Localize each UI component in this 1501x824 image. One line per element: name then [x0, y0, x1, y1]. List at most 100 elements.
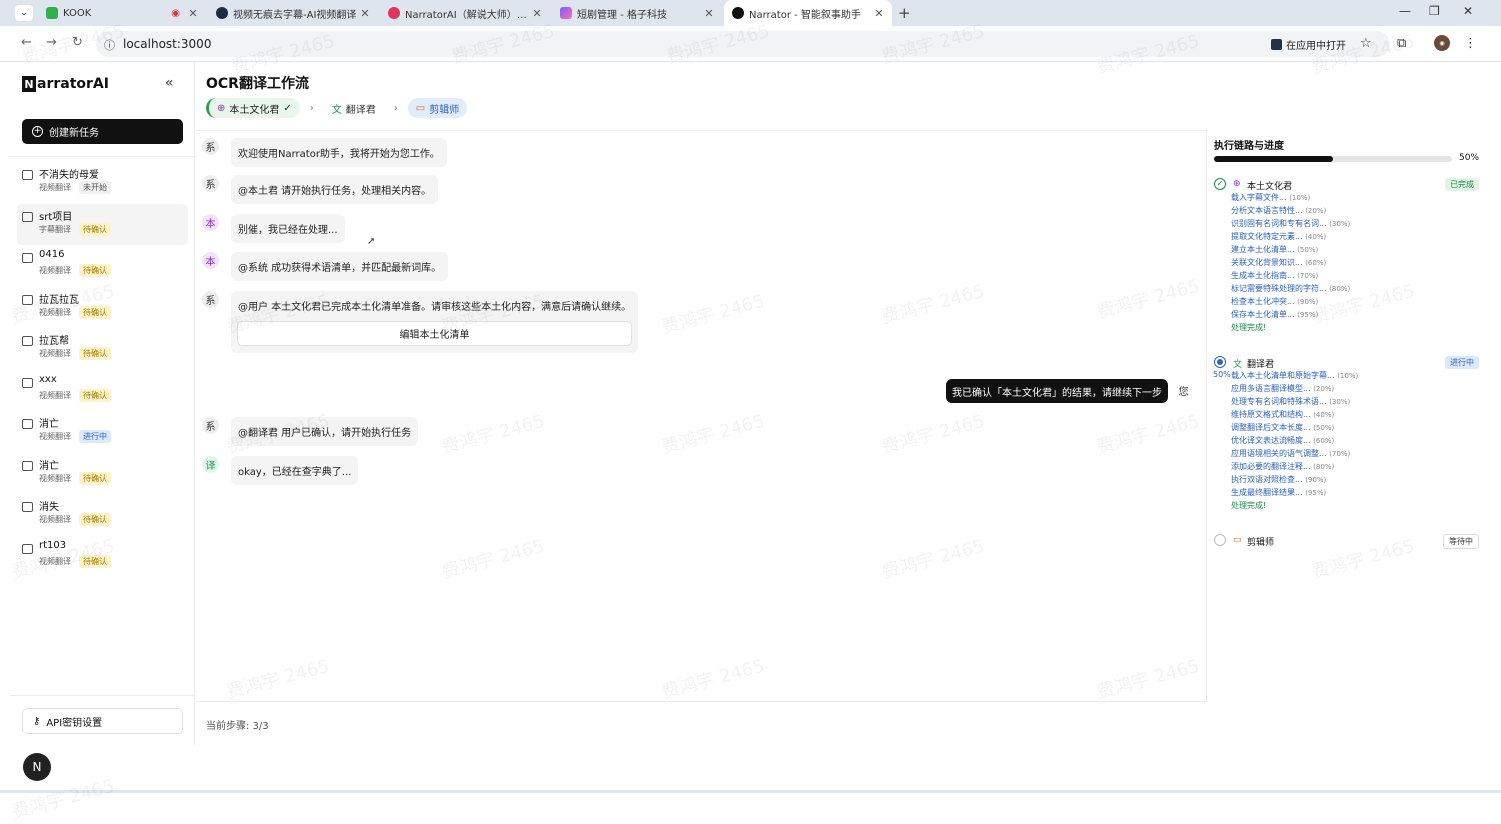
close-icon[interactable]: ✕ [186, 7, 200, 20]
tab-title: Narrator - 智能叙事助手 [749, 9, 861, 21]
open-in-app-button[interactable]: 在应用中打开 [1271, 36, 1346, 52]
forward-arrow-icon[interactable]: → [46, 35, 57, 50]
log-percent: (50%) [1297, 246, 1319, 254]
log-text: 保存本土化清单... [1231, 310, 1295, 319]
edit-localization-list-button[interactable]: 编辑本土化清单 [237, 321, 632, 346]
log-percent: (20%) [1305, 207, 1327, 215]
log-text: 维持原文格式和结构... [1231, 410, 1311, 419]
task-item[interactable]: 拉瓦拉瓦 视频翻译 待确认 [17, 287, 188, 329]
task-item[interactable]: 消亡 视频翻译 进行中 [17, 411, 188, 453]
close-icon[interactable]: ✕ [358, 7, 372, 20]
restore-icon[interactable]: ❐ [1429, 4, 1440, 18]
log-percent: (10%) [1289, 194, 1311, 202]
omnibox[interactable]: ⓘ localhost:3000 [96, 31, 1390, 57]
site-info-icon[interactable]: ⓘ [104, 37, 115, 53]
log-text: 载入字幕文件... [1231, 193, 1287, 202]
bookmark-star-icon[interactable]: ☆ [1360, 36, 1372, 51]
close-icon[interactable]: ✕ [702, 7, 716, 20]
sidebar: N arratorAI « + 创建新任务 不消失的母爱 视频翻译 未开始 srt项目… [9, 62, 195, 745]
kook-favicon-icon [46, 7, 58, 19]
browser-tab-narratorai[interactable]: NarratorAI（解说大师）开放平 ✕ [380, 0, 550, 26]
message-text: @本土君 请开始执行任务，处理相关内容。 [238, 186, 432, 197]
task-list: 不消失的母爱 视频翻译 未开始 srt项目 字幕翻译 待确认 0416 视频翻译 待确认 拉瓦拉瓦… [17, 162, 188, 577]
checkmark-icon: ✓ [283, 102, 292, 114]
log-percent: (20%) [1313, 385, 1335, 393]
reload-icon[interactable]: ↻ [72, 35, 83, 50]
chat-bubble-icon [22, 253, 33, 263]
log-percent: (95%) [1305, 489, 1327, 497]
task-item[interactable]: 消亡 视频翻译 待确认 [17, 453, 188, 495]
user-message-bubble: 我已确认「本土文化君」的结果，请继续下一步 [946, 379, 1168, 403]
window-close-icon[interactable]: ✕ [1463, 4, 1473, 18]
extensions-icon[interactable]: ⧉ [1397, 36, 1406, 51]
log-text: 关联文化背景知识... [1231, 258, 1303, 267]
log-percent: (70%) [1329, 450, 1351, 458]
divider [9, 695, 195, 696]
progress-log-line: 分析文本语言特性... (20%) [1214, 205, 1479, 218]
menu-kebab-icon[interactable]: ⋮ [1464, 36, 1477, 51]
task-status-badge: 待确认 [79, 305, 111, 319]
step-translator[interactable]: 文 翻译君 [323, 98, 384, 118]
step-editor[interactable]: ▭ 剪辑师 [407, 98, 468, 118]
task-item[interactable]: srt项目 字幕翻译 待确认 [17, 203, 188, 245]
narratorai-favicon-icon [388, 7, 400, 19]
task-item[interactable]: rt103 视频翻译 待确认 [17, 536, 188, 578]
message-bubble: 别催，我已经在处理... [231, 214, 345, 243]
progress-log-line: 优化译文表达流畅度... (60%) [1214, 435, 1479, 448]
collapse-sidebar-icon[interactable]: « [165, 75, 174, 91]
task-item[interactable]: 拉瓦帮 视频翻译 待确认 [17, 328, 188, 370]
task-status-badge: 待确认 [79, 388, 111, 402]
close-icon[interactable]: ✕ [530, 7, 544, 20]
task-type: 视频翻译 [39, 390, 71, 400]
back-arrow-icon[interactable]: ← [21, 35, 32, 50]
step-label: 本土文化君 [229, 104, 280, 116]
progress-log-line: 执行双语对照检查... (90%) [1214, 474, 1479, 487]
next-dev-badge[interactable]: N [23, 753, 51, 781]
log-text: 优化译文表达流畅度... [1231, 436, 1311, 445]
lead-percent: 50% [1213, 370, 1231, 379]
browser-tab-drama[interactable]: 短剧管理 - 格子科技 ✕ [552, 0, 722, 26]
create-task-label: 创建新任务 [49, 128, 99, 139]
profile-avatar[interactable]: ◉ [1434, 35, 1450, 51]
task-item[interactable]: xxx 视频翻译 待确认 [17, 370, 188, 412]
main-chat-area: OCR翻译工作流 ⊕ 本土文化君 ✓ › 文 翻译君 › ▭ 剪辑师 我已确认「… [196, 62, 1206, 745]
execution-panel: 执行链路与进度 50% ✓ ⊕ 本土文化君 已完成 载入字幕文件... (10%) 分析文… [1206, 129, 1483, 702]
task-name: xxx [39, 373, 57, 385]
task-name: 消亡 [39, 460, 59, 472]
progress-log-line: 应用语境相关的语气调整... (70%) [1214, 448, 1479, 461]
browser-tab-narrator[interactable]: Narrator - 智能叙事助手 ✕ [724, 0, 892, 26]
message-text: @翻译君 用户已确认，请开始执行任务 [238, 428, 412, 439]
progress-fill [1214, 156, 1333, 162]
progress-log-line: 生成本土化指南... (70%) [1214, 270, 1479, 283]
task-status-badge: 待确认 [79, 554, 111, 568]
log-percent: (80%) [1313, 463, 1335, 471]
task-type: 视频翻译 [39, 556, 71, 566]
tab-search-dropdown[interactable]: ⌄ [15, 5, 33, 21]
log-percent: (40%) [1313, 411, 1335, 419]
browser-tab-video[interactable]: 视频无痕去字幕-AI视频翻译 ✕ [208, 0, 378, 26]
browser-tab-kook[interactable]: KOOK ◉ ✕ [38, 0, 206, 26]
log-text: 载入本土化清单和原始字幕... [1231, 371, 1335, 380]
create-task-button[interactable]: + 创建新任务 [22, 119, 183, 144]
message-text: @系统 成功获得术语清单，并匹配最新词库。 [238, 263, 442, 274]
key-icon: ⚷ [33, 715, 41, 727]
log-text: 标记需要特殊处理的字符... [1231, 284, 1327, 293]
message-bubble: @翻译君 用户已确认，请开始执行任务 [231, 417, 419, 446]
log-text: 建立本土化清单... [1231, 245, 1295, 254]
log-text: 生成本土化指南... [1231, 271, 1295, 280]
api-key-settings-button[interactable]: ⚷ API密钥设置 [22, 708, 183, 734]
step-localizer[interactable]: ⊕ 本土文化君 ✓ [206, 98, 300, 118]
url-text[interactable]: localhost:3000 [123, 37, 211, 51]
close-icon[interactable]: ✕ [872, 7, 886, 20]
radio-active-icon [1214, 356, 1226, 368]
task-item[interactable]: 不消失的母爱 视频翻译 未开始 [17, 162, 188, 204]
minimize-icon[interactable]: — [1399, 4, 1411, 18]
task-item[interactable]: 消失 视频翻译 待确认 [17, 494, 188, 536]
task-item[interactable]: 0416 视频翻译 待确认 [17, 245, 188, 287]
new-tab-plus-icon[interactable]: + [898, 4, 911, 22]
message-text: 欢迎使用Narrator助手，我将开始为您工作。 [238, 149, 440, 160]
open-in-app-label: 在应用中打开 [1286, 40, 1346, 52]
message-avatar: 系 [202, 291, 219, 308]
task-name: 消亡 [39, 419, 59, 430]
progress-log-line: 添加必要的翻译注释... (80%) [1214, 461, 1479, 474]
